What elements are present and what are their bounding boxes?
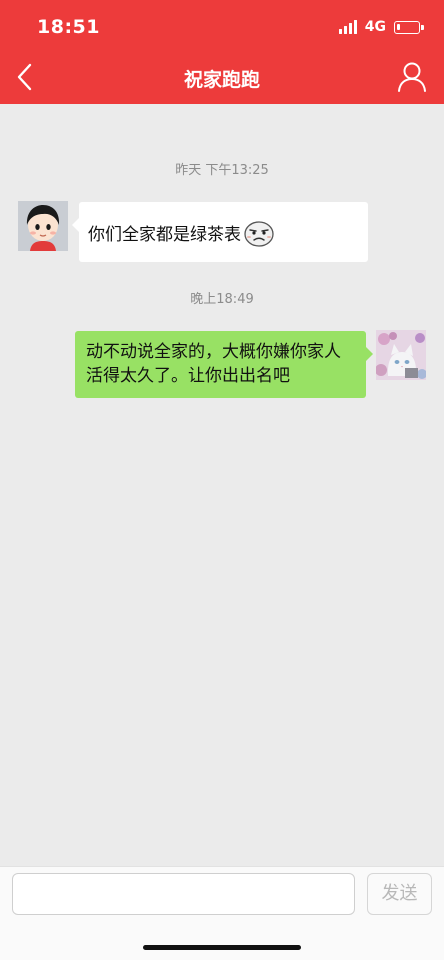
- message-text-line: 动不动说全家的，大概你嫌你家人: [86, 342, 341, 362]
- profile-button[interactable]: [394, 59, 430, 95]
- status-indicators: 4G: [338, 19, 424, 35]
- status-time: 18:51: [37, 16, 100, 38]
- battery-icon: [394, 20, 424, 34]
- chat-area[interactable]: 昨天 下午13:25 你们全家都是绿茶表 晚上18:49 动不动说全家的，大概你…: [0, 104, 444, 866]
- message-text: 你们全家都是绿茶表: [88, 225, 241, 245]
- battery-level: [397, 23, 400, 30]
- user-avatar[interactable]: [376, 330, 426, 380]
- message-text-line: 活得太久了。让你出出名吧: [86, 366, 290, 386]
- cartoon-boy-avatar-icon: [18, 201, 68, 251]
- white-cat-flowers-avatar-icon: [376, 330, 426, 380]
- message-input[interactable]: [12, 873, 355, 915]
- send-button[interactable]: 发送: [367, 873, 432, 915]
- timestamp: 昨天 下午13:25: [175, 163, 269, 178]
- disdain-face-emoji-icon: [243, 220, 275, 250]
- contact-avatar[interactable]: [18, 201, 68, 251]
- timestamp: 晚上18:49: [190, 292, 254, 307]
- message-bubble-sent[interactable]: 动不动说全家的，大概你嫌你家人 活得太久了。让你出出名吧: [75, 331, 373, 398]
- network-type: 4G: [364, 19, 386, 35]
- message-input-bar: 发送: [0, 866, 444, 960]
- home-indicator[interactable]: [143, 945, 301, 950]
- user-profile-icon: [398, 62, 426, 92]
- signal-icon: [338, 20, 359, 34]
- app-header: 18:51 4G 祝家跑跑: [0, 0, 444, 104]
- message-bubble-received[interactable]: 你们全家都是绿茶表: [72, 202, 368, 262]
- chat-title: 祝家跑跑: [183, 69, 260, 91]
